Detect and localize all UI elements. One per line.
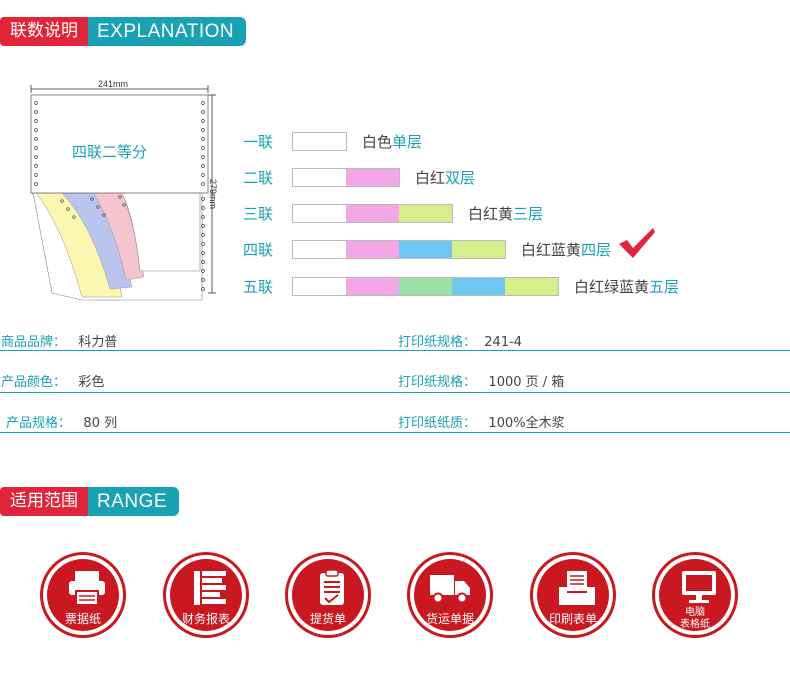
ply-description: 白红黄三层 (468, 203, 543, 224)
height-dimension-label: 279mm (208, 179, 218, 210)
spec-size-key: 打印纸规格： (398, 335, 477, 350)
printer-icon (69, 571, 105, 606)
truck-icon (430, 575, 470, 604)
ply-color-swatch (293, 168, 346, 186)
ply-description-colors: 白色 (362, 132, 393, 151)
ply-description: 白红双层 (415, 167, 475, 188)
ply-color-bar (292, 167, 400, 187)
ply-description: 白红绿蓝黄五层 (574, 276, 679, 297)
spec-material-key: 打印纸纸质： (398, 416, 477, 431)
use-label-receipt-paper: 票据纸 (64, 612, 101, 626)
ply-label: 四联 (243, 240, 274, 259)
spec-divider-3 (0, 432, 790, 433)
use-computer-form-paper: 电脑 表格纸 (652, 552, 738, 638)
sheet-text: 四联二等分 (72, 143, 148, 161)
spec-brand-key: 商品品牌： (1, 335, 67, 350)
spec-brand-value: 科力普 (78, 335, 118, 350)
spec-size-value: 241-4 (484, 335, 523, 350)
report-icon (194, 571, 226, 605)
ply-description-layers: 单层 (392, 132, 423, 151)
ply-color-swatch (399, 204, 452, 222)
ply-description-layers: 五层 (649, 277, 680, 296)
ply-color-swatch (452, 240, 505, 258)
ply-label: 二联 (243, 168, 274, 187)
tray-icon (559, 571, 595, 605)
ply-row: 一联 白色单层 (243, 131, 422, 151)
ply-row: 四联 白红蓝黄四层 (243, 228, 657, 260)
use-label-computer-form-paper: 电脑 表格纸 (659, 607, 731, 631)
ply-color-swatch (399, 277, 452, 295)
spec-qty-key: 打印纸规格： (398, 375, 477, 390)
ply-row: 二联 白红双层 (243, 167, 475, 187)
paper-diagram: 241mm 279mm 四联二等分 (22, 75, 232, 305)
ply-row: 三联 白红黄三层 (243, 203, 543, 223)
clipboard-icon (320, 569, 344, 605)
checkmark-icon (619, 228, 656, 258)
ply-color-swatch (399, 240, 452, 258)
use-receipt-paper: 票据纸 (40, 552, 126, 638)
ply-description-colors: 白红黄 (468, 204, 514, 223)
spec-columns-key: 产品规格： (6, 416, 72, 431)
ply-color-swatch (505, 277, 558, 295)
spec-divider-1 (0, 350, 790, 351)
ply-description-colors: 白红 (415, 168, 446, 187)
ply-color-swatch (293, 277, 346, 295)
ply-color-swatch (293, 204, 346, 222)
use-label-printed-form: 印刷表单 (548, 612, 597, 626)
use-label-shipping-document: 货运单据 (425, 612, 474, 626)
explanation-header-en: EXPLANATION (88, 17, 247, 46)
ply-description: 白色单层 (362, 131, 422, 152)
ply-label: 一联 (243, 132, 274, 151)
spec-material-value: 100%全木浆 (488, 416, 565, 431)
width-dimension-label: 241mm (98, 79, 129, 89)
ply-color-swatch (346, 240, 399, 258)
use-label-delivery-note: 提货单 (309, 612, 346, 626)
spec-qty-value: 1000 页 / 箱 (488, 375, 565, 390)
use-shipping-document: 货运单据 (407, 552, 493, 638)
spec-color: 产品颜色： 彩色 (1, 371, 104, 390)
ply-description-layers: 双层 (445, 168, 476, 187)
explanation-header-cn: 联数说明 (0, 17, 88, 46)
ply-description-layers: 四层 (581, 240, 612, 259)
ply-color-swatch (293, 132, 346, 150)
use-label-financial-report: 财务报表 (181, 612, 230, 626)
ply-label: 三联 (243, 204, 274, 223)
range-header: 适用范围 RANGE (0, 487, 180, 516)
ply-color-bar (292, 131, 347, 151)
use-financial-report: 财务报表 (163, 552, 249, 638)
use-label-line2: 表格纸 (680, 619, 710, 630)
ply-row: 五联 白红绿蓝黄五层 (243, 276, 679, 296)
spec-qty: 打印纸规格： 1000 页 / 箱 (398, 371, 564, 390)
ply-description-layers: 三层 (513, 204, 544, 223)
ply-color-swatch (346, 277, 399, 295)
ply-color-swatch (346, 204, 399, 222)
use-label-line1: 电脑 (685, 607, 705, 618)
ply-description-colors: 白红绿蓝黄 (574, 277, 650, 296)
ply-description-colors: 白红蓝黄 (521, 240, 582, 259)
ply-color-swatch (452, 277, 505, 295)
paper-diagram-graphic (30, 85, 216, 301)
ply-color-bar (292, 203, 453, 223)
range-header-cn: 适用范围 (0, 487, 88, 516)
ply-color-bar (292, 239, 506, 259)
ply-description: 白红蓝黄四层 (521, 239, 611, 260)
spec-columns-value: 80 列 (83, 416, 118, 431)
monitor-icon (682, 571, 716, 603)
spec-color-value: 彩色 (78, 375, 105, 390)
explanation-header: 联数说明 EXPLANATION (0, 17, 247, 46)
ply-color-swatch (293, 240, 346, 258)
spec-color-key: 产品颜色： (1, 375, 67, 390)
range-header-en: RANGE (88, 487, 180, 516)
use-delivery-note: 提货单 (285, 552, 371, 638)
use-printed-form: 印刷表单 (530, 552, 616, 638)
spec-columns: 产品规格： 80 列 (6, 412, 117, 431)
spec-material: 打印纸纸质： 100%全木浆 (398, 412, 565, 431)
spec-size: 打印纸规格： 241-4 (398, 331, 522, 350)
spec-divider-2 (0, 392, 790, 393)
spec-brand: 商品品牌： 科力普 (1, 331, 117, 350)
ply-color-swatch (346, 168, 399, 186)
ply-label: 五联 (243, 277, 274, 296)
ply-color-bar (292, 276, 559, 296)
